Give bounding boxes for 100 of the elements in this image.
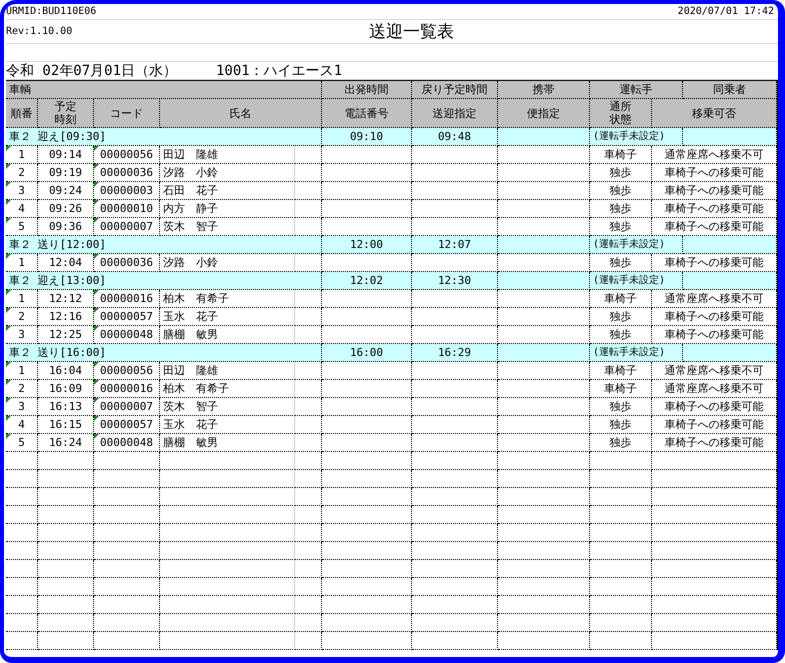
- order-cell: 1: [6, 290, 38, 308]
- scheduled-time-cell: 12:12: [38, 290, 94, 308]
- status-cell: 独歩: [590, 416, 652, 434]
- order-cell: 4: [6, 200, 38, 218]
- transfer-cell: 車椅子への移乗可能: [652, 200, 777, 218]
- code-cell: 00000048: [94, 326, 160, 344]
- transfer-cell: 通常座席へ移乗不可: [652, 380, 777, 398]
- column-header: 携帯: [498, 81, 590, 99]
- order-cell: 3: [6, 398, 38, 416]
- cell-marker-icon: [6, 200, 11, 205]
- transfer-cell: 車椅子への移乗可能: [652, 416, 777, 434]
- return-time: 09:48: [412, 128, 498, 146]
- return-time: 12:07: [412, 236, 498, 254]
- scheduled-time-cell: 09:24: [38, 182, 94, 200]
- code-cell: 00000057: [94, 416, 160, 434]
- status-cell: 独歩: [590, 218, 652, 236]
- return-time: 16:29: [412, 344, 498, 362]
- status-cell: 独歩: [590, 434, 652, 452]
- departure-time: 09:10: [322, 128, 412, 146]
- scheduled-time-cell: 09:14: [38, 146, 94, 164]
- transfer-cell: 通常座席へ移乗不可: [652, 146, 777, 164]
- order-cell: 4: [6, 416, 38, 434]
- driver-label: (運転手未設定): [590, 272, 683, 290]
- transfer-cell: 車椅子への移乗可能: [652, 326, 777, 344]
- code-cell: 00000056: [94, 146, 160, 164]
- column-header: 戻り予定時間: [412, 81, 498, 99]
- scheduled-time-cell: 16:13: [38, 398, 94, 416]
- driver-label: (運転手未設定): [590, 236, 683, 254]
- status-cell: 車椅子: [590, 380, 652, 398]
- name-cell: 石田 花子: [160, 182, 295, 200]
- cell-marker-icon: [6, 308, 11, 313]
- cell-marker-icon: [94, 200, 99, 205]
- cell-marker-icon: [6, 164, 11, 169]
- status-cell: 独歩: [590, 308, 652, 326]
- transfer-cell: 通常座席へ移乗不可: [652, 290, 777, 308]
- cell-marker-icon: [94, 308, 99, 313]
- code-cell: 00000048: [94, 434, 160, 452]
- group-label: 車２ 送り[12:00]: [6, 236, 322, 254]
- column-header: 移乗可否: [652, 99, 777, 128]
- name-cell: 汐路 小鈴: [160, 254, 295, 272]
- driver-label: (運転手未設定): [590, 128, 683, 146]
- column-header: コード: [94, 99, 160, 128]
- name-cell: 田辺 隆雄: [160, 146, 295, 164]
- order-cell: 3: [6, 326, 38, 344]
- scheduled-time-cell: 09:19: [38, 164, 94, 182]
- form-id: URMID:BUD110E06: [6, 6, 96, 17]
- code-cell: 00000007: [94, 218, 160, 236]
- report-title: 送迎一覧表: [369, 21, 454, 43]
- code-cell: 00000016: [94, 380, 160, 398]
- name-cell: 膳棚 敏男: [160, 326, 295, 344]
- name-cell: 柏木 有希子: [160, 290, 295, 308]
- cell-marker-icon: [6, 362, 11, 367]
- cell-marker-icon: [6, 182, 11, 187]
- order-cell: 2: [6, 164, 38, 182]
- status-cell: 独歩: [590, 254, 652, 272]
- code-cell: 00000056: [94, 362, 160, 380]
- name-cell: 田辺 隆雄: [160, 362, 295, 380]
- scheduled-time-cell: 16:09: [38, 380, 94, 398]
- cell-marker-icon: [6, 326, 11, 331]
- cell-marker-icon: [94, 398, 99, 403]
- cell-marker-icon: [6, 380, 11, 385]
- name-cell: 膳棚 敏男: [160, 434, 295, 452]
- status-cell: 車椅子: [590, 290, 652, 308]
- cell-marker-icon: [6, 398, 11, 403]
- order-cell: 2: [6, 308, 38, 326]
- transfer-cell: 車椅子への移乗可能: [652, 308, 777, 326]
- transfer-cell: 車椅子への移乗可能: [652, 254, 777, 272]
- code-cell: 00000003: [94, 182, 160, 200]
- cell-marker-icon: [94, 182, 99, 187]
- cell-marker-icon: [94, 416, 99, 421]
- report-date: 令和 02年07月01日（水）: [6, 62, 178, 80]
- name-cell: 柏木 有希子: [160, 380, 295, 398]
- cell-marker-icon: [94, 362, 99, 367]
- name-cell: 内方 静子: [160, 200, 295, 218]
- cell-marker-icon: [6, 434, 11, 439]
- name-cell: 茨木 智子: [160, 218, 295, 236]
- cell-marker-icon: [6, 218, 11, 223]
- cell-marker-icon: [6, 146, 11, 151]
- order-cell: 5: [6, 218, 38, 236]
- cell-marker-icon: [94, 164, 99, 169]
- order-cell: 1: [6, 146, 38, 164]
- vehicle-name: 1001：ハイエース1: [216, 62, 342, 80]
- return-time: 12:30: [412, 272, 498, 290]
- transfer-cell: 車椅子への移乗可能: [652, 164, 777, 182]
- code-cell: 00000010: [94, 200, 160, 218]
- scheduled-time-cell: 16:24: [38, 434, 94, 452]
- departure-time: 12:02: [322, 272, 412, 290]
- cell-marker-icon: [94, 326, 99, 331]
- column-header: 便指定: [498, 99, 590, 128]
- code-cell: 00000007: [94, 398, 160, 416]
- transfer-cell: 車椅子への移乗可能: [652, 398, 777, 416]
- group-label: 車２ 迎え[13:00]: [6, 272, 322, 290]
- column-header: 予定時刻: [38, 99, 94, 128]
- timestamp: 2020/07/01 17:42: [678, 6, 774, 17]
- status-cell: 独歩: [590, 182, 652, 200]
- order-cell: 3: [6, 182, 38, 200]
- status-cell: 独歩: [590, 164, 652, 182]
- column-header: 順番: [6, 99, 38, 128]
- name-cell: 玉水 花子: [160, 308, 295, 326]
- column-header: 同乗者: [683, 81, 777, 99]
